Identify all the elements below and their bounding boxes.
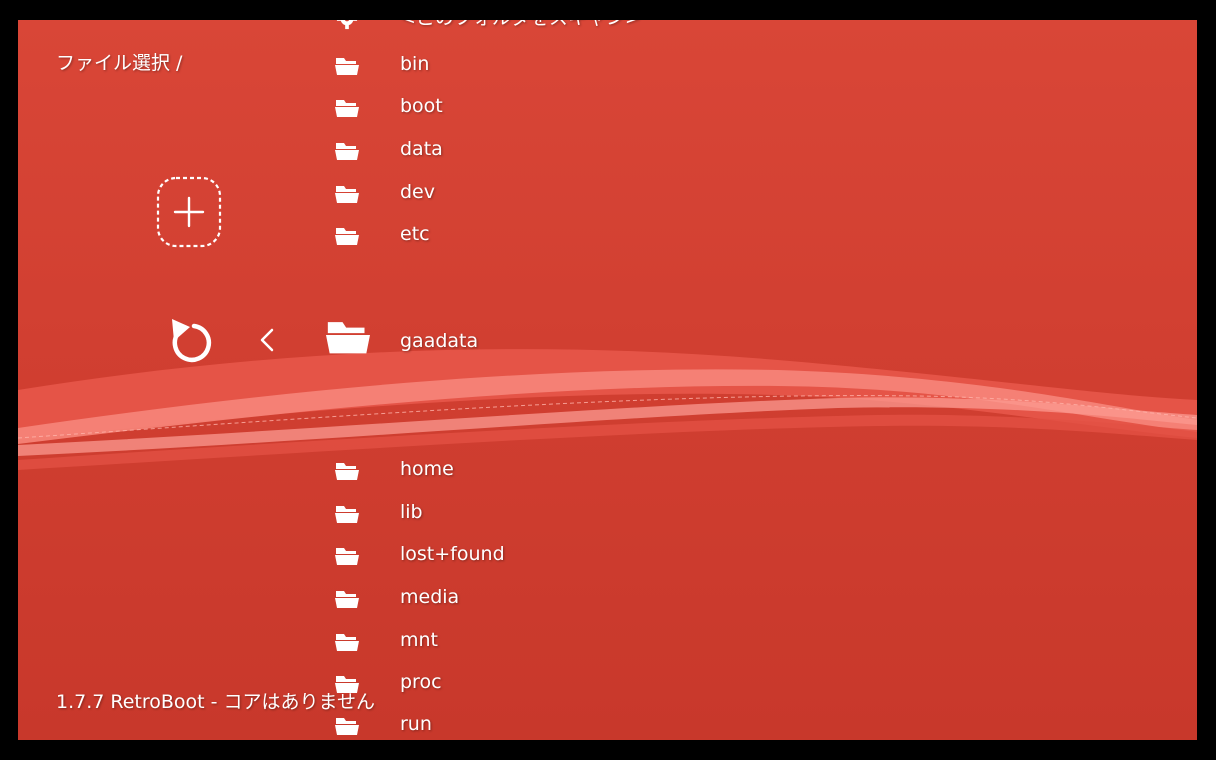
list-item-boot[interactable]: boot	[328, 92, 928, 124]
folder-icon	[335, 143, 359, 160]
list-item-data[interactable]: data	[328, 135, 928, 167]
list-item-dev[interactable]: dev	[328, 178, 928, 210]
scan-folder-item[interactable]: <このフォルダをスキャン>	[328, 20, 928, 52]
item-label: gaadata	[400, 330, 479, 352]
folder-icon	[326, 322, 370, 354]
folder-icon	[335, 506, 359, 523]
folder-icon	[335, 58, 359, 75]
item-label: mnt	[400, 629, 438, 651]
list-item-proc[interactable]: proc	[328, 668, 928, 700]
folder-icon	[335, 548, 359, 565]
list-item-media[interactable]: media	[328, 583, 928, 615]
folder-icon	[335, 463, 359, 480]
folder-icon	[335, 718, 359, 735]
folder-icon	[335, 186, 359, 203]
list-item-gaadata-selected[interactable]: gaadata	[326, 322, 928, 359]
folder-icon	[335, 591, 359, 608]
item-label: boot	[400, 95, 443, 117]
gear-icon	[336, 20, 358, 30]
item-label: etc	[400, 223, 430, 245]
item-label: dev	[400, 181, 435, 203]
list-item-bin[interactable]: bin	[328, 50, 928, 82]
item-label: home	[400, 458, 454, 480]
item-label: media	[400, 586, 460, 608]
item-label: run	[400, 713, 432, 735]
folder-icon	[335, 100, 359, 117]
version-status-text: 1.7.7 RetroBoot - コアはありません	[56, 691, 375, 713]
scan-folder-label: <このフォルダをスキャン>	[400, 20, 641, 30]
folder-icon	[335, 228, 359, 245]
item-label: proc	[400, 671, 442, 693]
menu-screen: ファイル選択 / <このフォルダをスキャン>	[18, 20, 1197, 740]
folder-icon	[335, 634, 359, 651]
list-item-lib[interactable]: lib	[328, 498, 928, 530]
file-list: <このフォルダをスキャン> bin boot data	[18, 20, 1197, 740]
list-item-etc[interactable]: etc	[328, 220, 928, 252]
item-label: lib	[400, 501, 423, 523]
list-item-mnt[interactable]: mnt	[328, 626, 928, 658]
list-item-lost-found[interactable]: lost+found	[328, 540, 928, 572]
item-label: lost+found	[400, 543, 505, 565]
item-label: bin	[400, 53, 430, 75]
list-item-home[interactable]: home	[328, 455, 928, 487]
item-label: data	[400, 138, 443, 160]
list-item-run[interactable]: run	[328, 710, 928, 740]
